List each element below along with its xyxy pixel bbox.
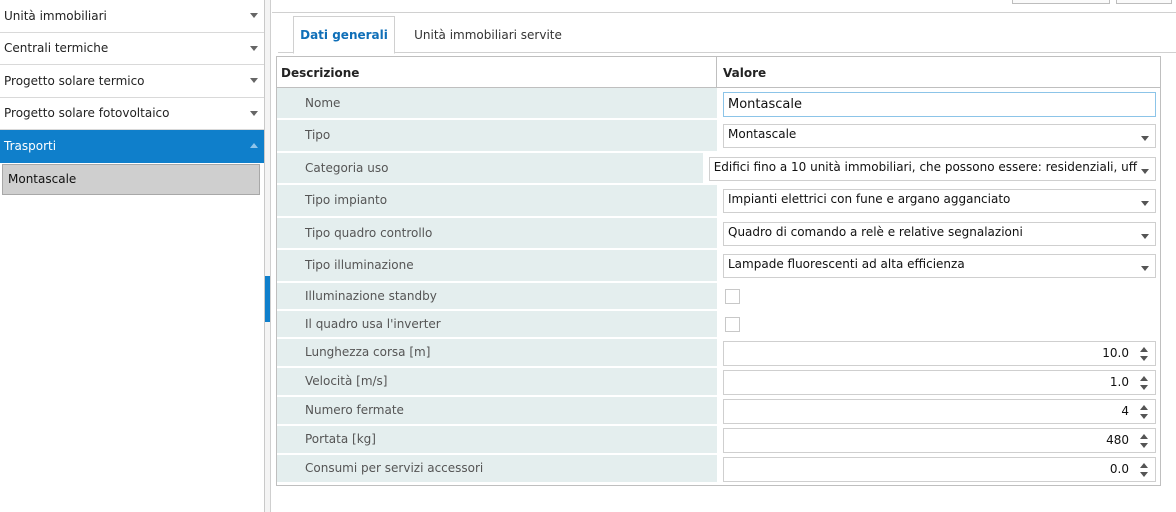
select-value: Edifici fino a 10 unità immobiliari, che… xyxy=(713,159,1137,174)
sidebar-item-solare-fotovoltaico[interactable]: Progetto solare fotovoltaico xyxy=(0,98,264,130)
nome-input[interactable]: Montascale xyxy=(723,91,1156,117)
row-label: Il quadro usa l'inverter xyxy=(277,310,717,339)
sidebar-item-label: Trasporti xyxy=(4,138,57,153)
grid-row-tipo-impianto: Tipo impianto Impianti elettrici con fun… xyxy=(277,185,1160,218)
row-label: Lunghezza corsa [m] xyxy=(277,338,717,368)
dropdown-arrow-icon xyxy=(1141,201,1149,207)
grid-row-velocita: Velocità [m/s] 1.0 xyxy=(277,367,1160,397)
consumi-stepper[interactable]: 0.0 xyxy=(723,456,1156,482)
categoria-uso-select[interactable]: Edifici fino a 10 unità immobiliari, che… xyxy=(708,156,1156,181)
sidebar-subitem-label: Montascale xyxy=(8,172,77,186)
row-label: Tipo illuminazione xyxy=(277,250,717,283)
toolbar-button[interactable] xyxy=(1012,0,1110,4)
stepper-value: 4 xyxy=(1121,404,1129,418)
tab-dati-generali[interactable]: Dati generali xyxy=(293,16,395,54)
spin-up-icon[interactable] xyxy=(1140,404,1148,410)
select-value: Quadro di comando a relè e relative segn… xyxy=(728,224,1023,239)
illuminazione-standby-checkbox[interactable] xyxy=(725,289,740,304)
chevron-down-icon xyxy=(250,78,258,84)
sidebar: Unità immobiliari Centrali termiche Prog… xyxy=(0,0,265,512)
row-label: Portata [kg] xyxy=(277,425,717,455)
chevron-down-icon xyxy=(250,45,258,51)
sidebar-item-centrali-termiche[interactable]: Centrali termiche xyxy=(0,33,264,65)
illuminazione-select[interactable]: Lampade fluorescenti ad alta efficienza xyxy=(723,254,1156,279)
spin-up-icon[interactable] xyxy=(1140,375,1148,381)
spin-up-icon[interactable] xyxy=(1140,346,1148,352)
sidebar-item-label: Progetto solare termico xyxy=(4,73,145,88)
grid-row-categoria-uso: Categoria uso Edifici fino a 10 unità im… xyxy=(277,152,1160,185)
quadro-controllo-select[interactable]: Quadro di comando a relè e relative segn… xyxy=(723,221,1156,246)
toolbar-button[interactable] xyxy=(1116,0,1172,4)
spin-down-icon[interactable] xyxy=(1140,413,1148,419)
grid-header: Descrizione Valore xyxy=(277,57,1160,88)
row-label: Numero fermate xyxy=(277,396,717,426)
numero-fermate-stepper[interactable]: 4 xyxy=(723,398,1156,424)
row-label: Tipo xyxy=(277,120,717,153)
top-toolbar xyxy=(272,0,1176,13)
spin-down-icon[interactable] xyxy=(1140,355,1148,361)
lunghezza-corsa-stepper[interactable]: 10.0 xyxy=(723,340,1156,366)
row-label: Categoria uso xyxy=(277,152,703,185)
grid-row-illuminazione: Tipo illuminazione Lampade fluorescenti … xyxy=(277,250,1160,283)
grid-row-consumi: Consumi per servizi accessori 0.0 xyxy=(277,454,1160,484)
select-value: Impianti elettrici con fune e argano agg… xyxy=(728,192,1011,207)
tab-bar: Dati generali Unità immobiliari servite xyxy=(278,13,1176,54)
row-label: Velocità [m/s] xyxy=(277,367,717,397)
tab-unita-servite[interactable]: Unità immobiliari servite xyxy=(398,16,578,53)
stepper-value: 480 xyxy=(1106,433,1129,447)
property-grid: Descrizione Valore Nome Montascale Tipo … xyxy=(276,56,1161,486)
grid-row-nome: Nome Montascale xyxy=(277,88,1160,120)
spin-down-icon[interactable] xyxy=(1140,384,1148,390)
select-value: Lampade fluorescenti ad alta efficienza xyxy=(728,257,965,272)
spin-up-icon[interactable] xyxy=(1140,462,1148,468)
stepper-value: 1.0 xyxy=(1109,375,1129,389)
app-window: Unità immobiliari Centrali termiche Prog… xyxy=(0,0,1176,512)
chevron-down-icon xyxy=(250,110,258,116)
select-value: Montascale xyxy=(728,127,797,142)
dropdown-arrow-icon xyxy=(1141,168,1149,174)
spin-down-icon[interactable] xyxy=(1140,471,1148,477)
spin-down-icon[interactable] xyxy=(1140,442,1148,448)
tab-label: Unità immobiliari servite xyxy=(414,27,562,42)
dropdown-arrow-icon xyxy=(1141,233,1149,239)
chevron-up-icon xyxy=(250,143,258,149)
grid-row-illuminazione-standby: Illuminazione standby xyxy=(277,282,1160,311)
splitter-grip[interactable] xyxy=(265,276,270,322)
row-label: Tipo quadro controllo xyxy=(277,217,717,250)
dropdown-arrow-icon xyxy=(1141,266,1149,272)
sidebar-item-label: Centrali termiche xyxy=(4,41,109,56)
chevron-down-icon xyxy=(250,13,258,19)
sidebar-item-solare-termico[interactable]: Progetto solare termico xyxy=(0,65,264,98)
sidebar-item-label: Progetto solare fotovoltaico xyxy=(4,106,170,121)
grid-row-quadro-controllo: Tipo quadro controllo Quadro di comando … xyxy=(277,217,1160,250)
row-label: Nome xyxy=(277,88,717,120)
row-label: Tipo impianto xyxy=(277,185,717,218)
stepper-value: 0.0 xyxy=(1109,462,1129,476)
spin-up-icon[interactable] xyxy=(1140,433,1148,439)
sidebar-subitem-montascale[interactable]: Montascale xyxy=(2,163,260,195)
grid-row-inverter: Il quadro usa l'inverter xyxy=(277,310,1160,339)
column-header-valore: Valore xyxy=(723,66,767,80)
dropdown-arrow-icon xyxy=(1141,136,1149,142)
splitter[interactable] xyxy=(265,0,271,512)
tipo-impianto-select[interactable]: Impianti elettrici con fune e argano agg… xyxy=(723,189,1156,214)
velocita-stepper[interactable]: 1.0 xyxy=(723,369,1156,395)
tipo-select[interactable]: Montascale xyxy=(723,124,1156,149)
stepper-value: 10.0 xyxy=(1102,346,1129,360)
row-label: Consumi per servizi accessori xyxy=(277,454,717,484)
row-label: Illuminazione standby xyxy=(277,282,717,311)
tab-label: Dati generali xyxy=(300,28,388,42)
grid-row-tipo: Tipo Montascale xyxy=(277,120,1160,153)
grid-row-lunghezza-corsa: Lunghezza corsa [m] 10.0 xyxy=(277,338,1160,368)
sidebar-item-trasporti[interactable]: Trasporti xyxy=(0,130,264,163)
inverter-checkbox[interactable] xyxy=(725,317,740,332)
grid-row-numero-fermate: Numero fermate 4 xyxy=(277,396,1160,426)
column-header-descrizione: Descrizione xyxy=(277,57,717,87)
sidebar-item-unita-immobiliari[interactable]: Unità immobiliari xyxy=(0,0,264,33)
sidebar-item-label: Unità immobiliari xyxy=(4,8,107,23)
grid-row-portata: Portata [kg] 480 xyxy=(277,425,1160,455)
portata-stepper[interactable]: 480 xyxy=(723,427,1156,453)
